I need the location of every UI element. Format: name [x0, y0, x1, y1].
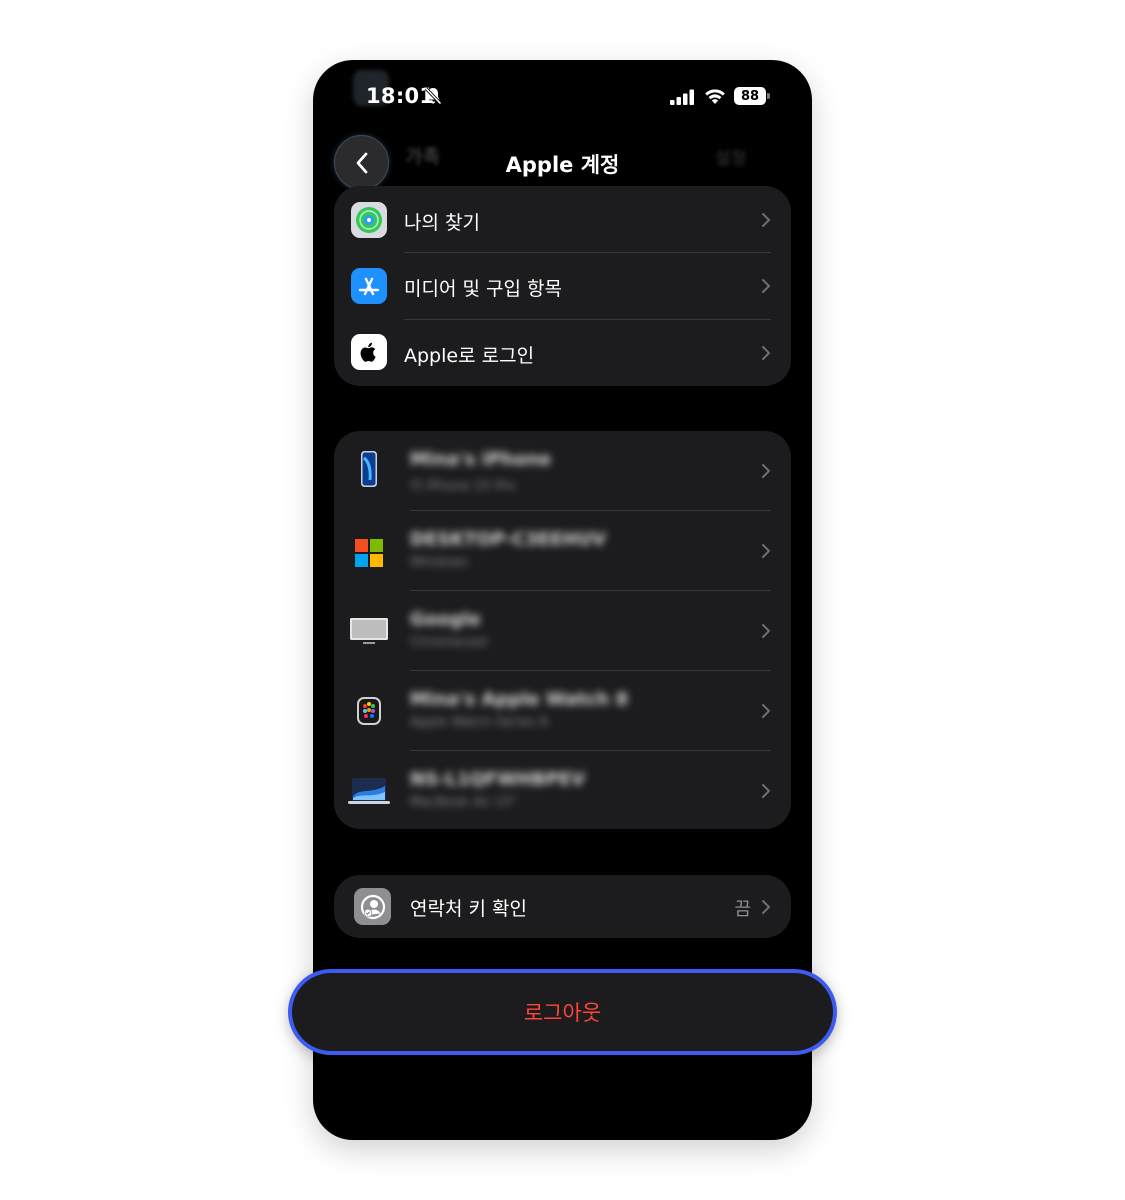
- device-model: 이 iPhone 15 Pro: [410, 479, 516, 494]
- chevron-right-icon: [762, 704, 771, 718]
- windows-icon: [351, 535, 387, 571]
- chevron-right-icon: [762, 464, 771, 478]
- device-row[interactable]: Mina's iPhone 이 iPhone 15 Pro: [334, 431, 791, 511]
- row-media-purchases[interactable]: 미디어 및 구입 항목: [334, 253, 791, 320]
- chevron-right-icon: [762, 346, 771, 360]
- services-group: 나의 찾기 미디어 및 구입 항목 Apple로 로그인: [334, 186, 791, 386]
- find-my-label: 나의 찾기: [404, 212, 480, 234]
- row-find-my[interactable]: 나의 찾기: [334, 186, 791, 253]
- row-sign-in-with-apple[interactable]: Apple로 로그인: [334, 320, 791, 386]
- logout-button[interactable]: 로그아웃: [288, 969, 837, 1055]
- stage: 가족 설정 18:01 88 Apple 계정 나의 찾기 미디어 및 구입 항…: [0, 0, 1125, 1200]
- contact-key-label: 연락처 키 확인: [410, 898, 527, 920]
- contact-key-value: 끔: [734, 899, 751, 920]
- find-my-icon: [351, 202, 387, 238]
- chevron-right-icon: [762, 784, 771, 798]
- devices-group: Mina's iPhone 이 iPhone 15 Pro DESKTOP-C3…: [334, 431, 791, 829]
- chevron-right-icon: [762, 544, 771, 558]
- device-model: Apple Watch Series 8: [410, 715, 549, 730]
- contact-key-icon: [354, 888, 391, 925]
- device-row[interactable]: Google Chromecast: [334, 591, 791, 671]
- sign-in-with-apple-label: Apple로 로그인: [404, 345, 535, 367]
- silent-bell-icon: [424, 87, 442, 105]
- media-purchases-label: 미디어 및 구입 항목: [404, 278, 562, 300]
- battery-tip: [767, 93, 770, 99]
- device-row[interactable]: DESKTOP-C3EEHUV Windows: [334, 511, 791, 591]
- device-name: Google: [410, 609, 481, 630]
- tv-icon: [348, 613, 390, 649]
- apple-watch-icon: [351, 693, 387, 729]
- macbook-icon: [348, 773, 390, 809]
- chevron-right-icon: [762, 900, 771, 914]
- page-title: Apple 계정: [505, 153, 620, 177]
- contact-key-group: 연락처 키 확인 끔: [334, 875, 791, 938]
- chevron-right-icon: [762, 279, 771, 293]
- battery-indicator: 88: [734, 87, 766, 105]
- iphone-icon: [351, 451, 387, 487]
- device-row[interactable]: Mina's Apple Watch 8 Apple Watch Series …: [334, 671, 791, 751]
- device-name: Mina's Apple Watch 8: [410, 689, 629, 710]
- device-model: MacBook Air 15": [410, 795, 518, 810]
- row-contact-key-verification[interactable]: 연락처 키 확인 끔: [334, 875, 791, 938]
- chevron-right-icon: [762, 624, 771, 638]
- device-row[interactable]: NS-L1QFWHBPEV MacBook Air 15": [334, 751, 791, 829]
- app-store-icon: [351, 268, 387, 304]
- device-model: Windows: [410, 555, 469, 570]
- device-model: Chromecast: [410, 635, 488, 650]
- device-name: NS-L1QFWHBPEV: [410, 769, 586, 790]
- chevron-right-icon: [762, 213, 771, 227]
- wifi-icon: [705, 89, 725, 104]
- device-name: DESKTOP-C3EEHUV: [410, 529, 607, 550]
- apple-logo-icon: [351, 334, 387, 370]
- cellular-signal-icon: [670, 89, 694, 105]
- device-name: Mina's iPhone: [410, 449, 552, 470]
